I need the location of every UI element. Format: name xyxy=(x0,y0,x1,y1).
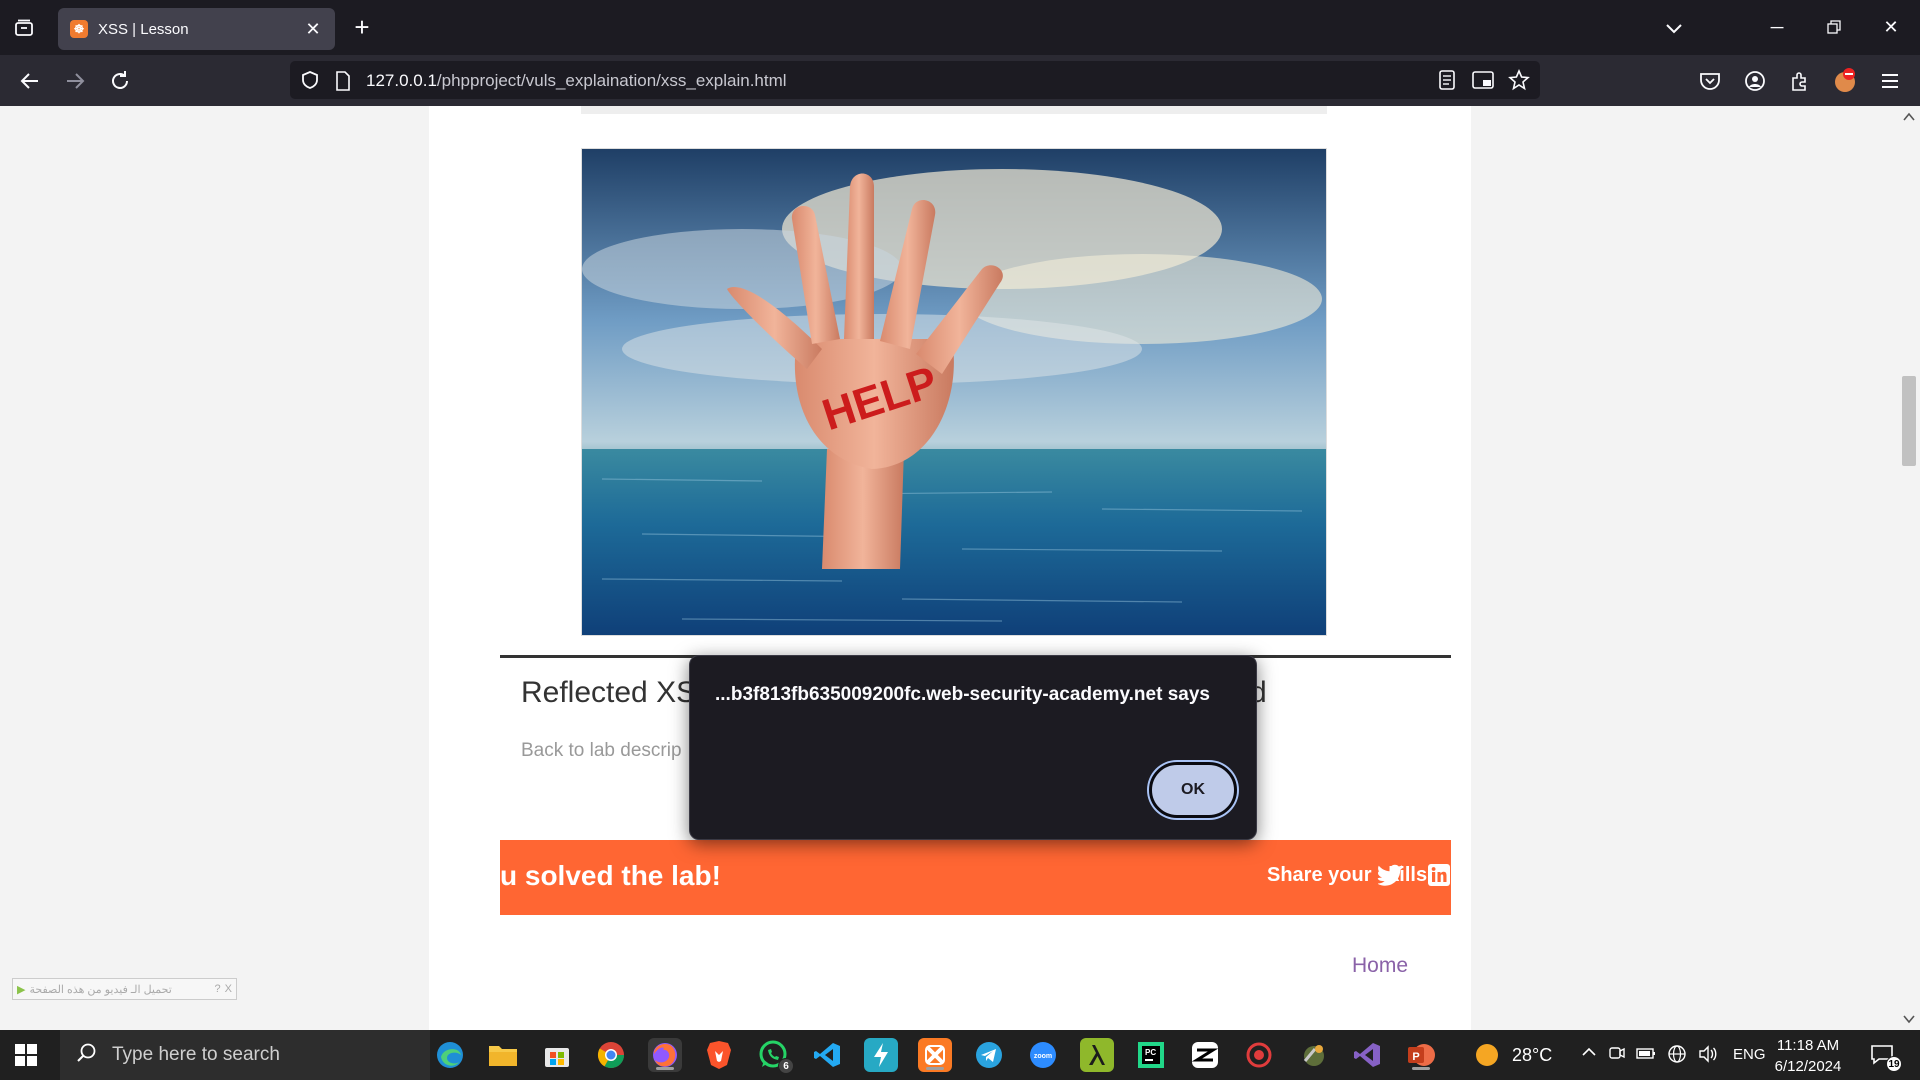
url-path: /phpproject/vuls_explaination/xss_explai… xyxy=(436,71,787,90)
page-scrollbar[interactable] xyxy=(1898,106,1920,1030)
reload-icon[interactable] xyxy=(104,65,136,97)
show-hidden-icons-chevron-icon[interactable] xyxy=(1580,1043,1598,1065)
notification-count-badge: 19 xyxy=(1886,1056,1902,1072)
active-app-indicator xyxy=(656,1067,674,1070)
reader-view-icon[interactable] xyxy=(1436,69,1458,91)
network-globe-icon[interactable] xyxy=(1667,1044,1687,1068)
section-strip xyxy=(581,106,1327,114)
input-language-indicator[interactable]: ENG xyxy=(1733,1046,1766,1063)
weather-temperature[interactable]: 28°C xyxy=(1512,1045,1552,1066)
taskbar-clock[interactable]: 11:18 AM 6/12/2024 xyxy=(1770,1035,1846,1077)
page-content: HELP Reflected XS d Back to lab descrip … xyxy=(429,106,1471,1030)
close-widget-icon[interactable]: X xyxy=(225,983,232,995)
svg-text:P: P xyxy=(1412,1051,1419,1063)
url-bar[interactable]: 127.0.0.1/phpproject/vuls_explaination/x… xyxy=(290,61,1540,99)
help-icon[interactable]: ? xyxy=(215,983,221,995)
pocket-icon[interactable] xyxy=(1696,67,1724,95)
scroll-up-icon[interactable] xyxy=(1902,110,1916,124)
play-icon: ▶ xyxy=(17,983,26,996)
tracking-protection-shield-icon[interactable] xyxy=(300,70,320,95)
clock-date: 6/12/2024 xyxy=(1774,1058,1842,1075)
picture-in-picture-icon[interactable] xyxy=(1472,69,1494,91)
telegram-icon[interactable] xyxy=(972,1038,1006,1072)
pycharm-icon[interactable]: PC xyxy=(1134,1038,1168,1072)
page-info-icon[interactable] xyxy=(334,71,352,96)
extension-avatar-icon[interactable] xyxy=(1831,67,1859,95)
navigation-toolbar: 127.0.0.1/phpproject/vuls_explaination/x… xyxy=(0,55,1920,106)
file-explorer-icon[interactable] xyxy=(486,1038,520,1072)
chrome-icon[interactable] xyxy=(594,1038,628,1072)
weather-sun-icon[interactable] xyxy=(1470,1038,1504,1072)
whatsapp-icon[interactable]: 6 xyxy=(756,1038,794,1074)
visual-studio-icon[interactable] xyxy=(1350,1038,1384,1072)
clock-time: 11:18 AM xyxy=(1776,1037,1840,1054)
tab-list-icon[interactable] xyxy=(10,14,38,42)
tab-title: XSS | Lesson xyxy=(98,20,189,38)
solved-message: u solved the lab! xyxy=(500,860,721,891)
app-lightning-icon[interactable] xyxy=(864,1038,898,1072)
back-to-lab-description-link[interactable]: Back to lab descrip xyxy=(521,740,682,762)
meet-now-icon[interactable] xyxy=(1608,1044,1626,1066)
minimize-icon[interactable]: ─ xyxy=(1762,12,1792,42)
restore-icon[interactable] xyxy=(1819,12,1849,42)
edge-icon[interactable] xyxy=(433,1038,467,1072)
page-viewport: HELP Reflected XS d Back to lab descrip … xyxy=(0,106,1920,1030)
url-text[interactable]: 127.0.0.1/phpproject/vuls_explaination/x… xyxy=(366,71,787,91)
battery-icon[interactable] xyxy=(1636,1044,1656,1066)
close-tab-icon[interactable]: ✕ xyxy=(303,19,323,40)
screen-recorder-icon[interactable] xyxy=(1242,1038,1276,1072)
zoom-icon[interactable]: zoom xyxy=(1026,1038,1060,1072)
alert-ok-button[interactable]: OK xyxy=(1149,762,1237,818)
scroll-down-icon[interactable] xyxy=(1902,1012,1916,1026)
windows-taskbar: Type here to search 6 zoom PC P 28°C ENG… xyxy=(0,1030,1920,1080)
windows-start-icon[interactable] xyxy=(14,1043,38,1067)
powerpoint-icon[interactable]: P xyxy=(1404,1038,1438,1072)
help-hand-image: HELP xyxy=(581,148,1327,636)
search-placeholder: Type here to search xyxy=(112,1044,280,1065)
tab-bar: ☸ XSS | Lesson ✕ + ─ ✕ xyxy=(0,0,1920,55)
home-link[interactable]: Home xyxy=(1352,954,1408,978)
microsoft-store-icon[interactable] xyxy=(540,1038,574,1072)
close-window-icon[interactable]: ✕ xyxy=(1876,12,1906,42)
whatsapp-unread-badge: 6 xyxy=(778,1058,794,1074)
forward-icon[interactable] xyxy=(59,65,91,97)
back-icon[interactable] xyxy=(14,65,46,97)
video-downloader-label: تحميل الـ فيديو من هذه الصفحة xyxy=(29,983,172,996)
active-app-indicator xyxy=(1412,1067,1430,1070)
alert-dialog: ...b3f813fb635009200fc.web-security-acad… xyxy=(689,655,1257,840)
svg-text:PC: PC xyxy=(1145,1048,1156,1057)
firefox-icon[interactable] xyxy=(648,1038,682,1072)
app-menu-icon[interactable] xyxy=(1876,67,1904,95)
new-tab-button[interactable]: + xyxy=(348,14,376,42)
tools-app-icon[interactable] xyxy=(1296,1038,1330,1072)
tab-xss-lesson[interactable]: ☸ XSS | Lesson ✕ xyxy=(58,8,335,50)
list-all-tabs-icon[interactable] xyxy=(1662,16,1686,40)
search-icon xyxy=(76,1042,98,1069)
video-downloader-widget[interactable]: ▶ تحميل الـ فيديو من هذه الصفحة ? X xyxy=(12,978,237,1000)
twitter-icon[interactable] xyxy=(1377,864,1404,891)
xampp-favicon-icon: ☸ xyxy=(70,20,88,38)
volume-icon[interactable] xyxy=(1698,1044,1718,1068)
svg-text:zoom: zoom xyxy=(1034,1053,1052,1060)
capcut-icon[interactable] xyxy=(1188,1038,1222,1072)
url-host: 127.0.0.1 xyxy=(366,71,437,90)
bookmark-star-icon[interactable] xyxy=(1508,69,1530,91)
linkedin-icon[interactable] xyxy=(1428,864,1450,891)
active-app-indicator xyxy=(926,1067,944,1070)
lab-title: Reflected XS xyxy=(521,676,697,709)
extensions-icon[interactable] xyxy=(1786,67,1814,95)
alert-message: ...b3f813fb635009200fc.web-security-acad… xyxy=(715,684,1210,705)
vscode-icon[interactable] xyxy=(810,1038,844,1072)
notification-center-icon[interactable]: 19 xyxy=(1866,1038,1902,1072)
brave-icon[interactable] xyxy=(702,1038,736,1072)
xampp-icon[interactable] xyxy=(918,1038,952,1072)
account-icon[interactable] xyxy=(1741,67,1769,95)
taskbar-search-box[interactable]: Type here to search xyxy=(60,1030,430,1080)
scroll-thumb[interactable] xyxy=(1902,376,1916,466)
lab-solved-banner: u solved the lab! Share your skills! xyxy=(500,840,1451,915)
share-skills-label: Share your skills! xyxy=(1267,864,1434,886)
lambda-app-icon[interactable] xyxy=(1080,1038,1114,1072)
